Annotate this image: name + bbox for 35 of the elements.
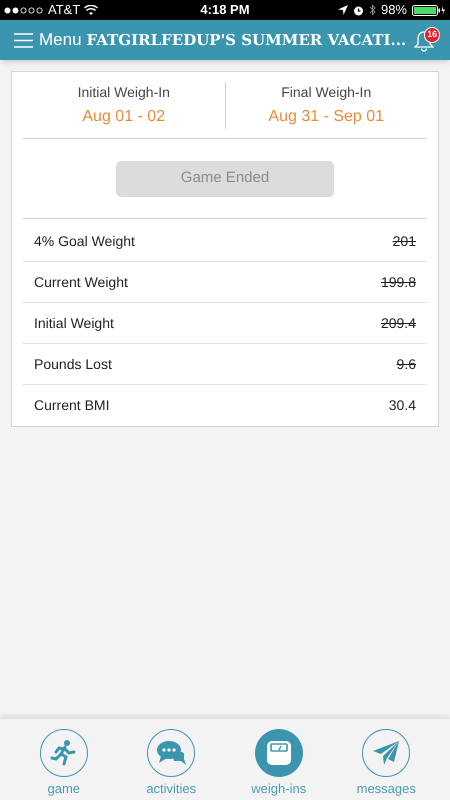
location-icon bbox=[338, 5, 348, 15]
clock-time: 4:18 PM bbox=[199, 1, 251, 20]
stat-label: Initial Weight bbox=[34, 314, 114, 333]
alarm-icon bbox=[352, 4, 364, 16]
battery-icon bbox=[412, 4, 446, 16]
bluetooth-icon bbox=[368, 4, 376, 16]
stat-value: 9.6 bbox=[396, 354, 416, 374]
runner-icon bbox=[50, 739, 78, 767]
wifi-icon bbox=[84, 4, 98, 16]
tab-button[interactable]: messages bbox=[341, 729, 432, 798]
stat-value: 199.8 bbox=[380, 272, 416, 292]
menu-button[interactable]: Menu bbox=[14, 27, 82, 53]
carrier-name: AT&T bbox=[48, 1, 80, 20]
chat-bubbles-icon bbox=[156, 739, 186, 767]
weigh-in-dates: Aug 31 - Sep 01 bbox=[268, 106, 384, 126]
stat-label: Pounds Lost bbox=[34, 354, 112, 374]
weigh-in-label: Initial Weigh-In bbox=[78, 82, 170, 102]
weigh-in-label: Final Weigh-In bbox=[281, 82, 372, 102]
stat-value: 209.4 bbox=[380, 314, 416, 332]
notification-count: 16 bbox=[424, 27, 440, 43]
weigh-in-dates: Aug 01 - 02 bbox=[82, 106, 166, 126]
stat-value: 201 bbox=[392, 232, 416, 250]
stat-label: Current BMI bbox=[34, 396, 110, 415]
stat-label: 4% Goal Weight bbox=[34, 232, 135, 251]
tab-button[interactable]: weigh-ins bbox=[234, 729, 324, 798]
battery-percent: 98% bbox=[380, 1, 407, 20]
signal-icon bbox=[4, 6, 44, 14]
tab-button[interactable]: activities bbox=[126, 729, 216, 798]
stat-label: Current Weight bbox=[34, 272, 128, 292]
menu-icon bbox=[14, 32, 33, 48]
tab-button[interactable]: game bbox=[18, 729, 109, 798]
stat-value: 30.4 bbox=[388, 396, 416, 415]
screen-title: FATGIRLFEDUP'S SUMMER VACATI... bbox=[86, 30, 406, 51]
scale-icon bbox=[266, 740, 292, 766]
paper-plane-icon bbox=[372, 740, 400, 766]
